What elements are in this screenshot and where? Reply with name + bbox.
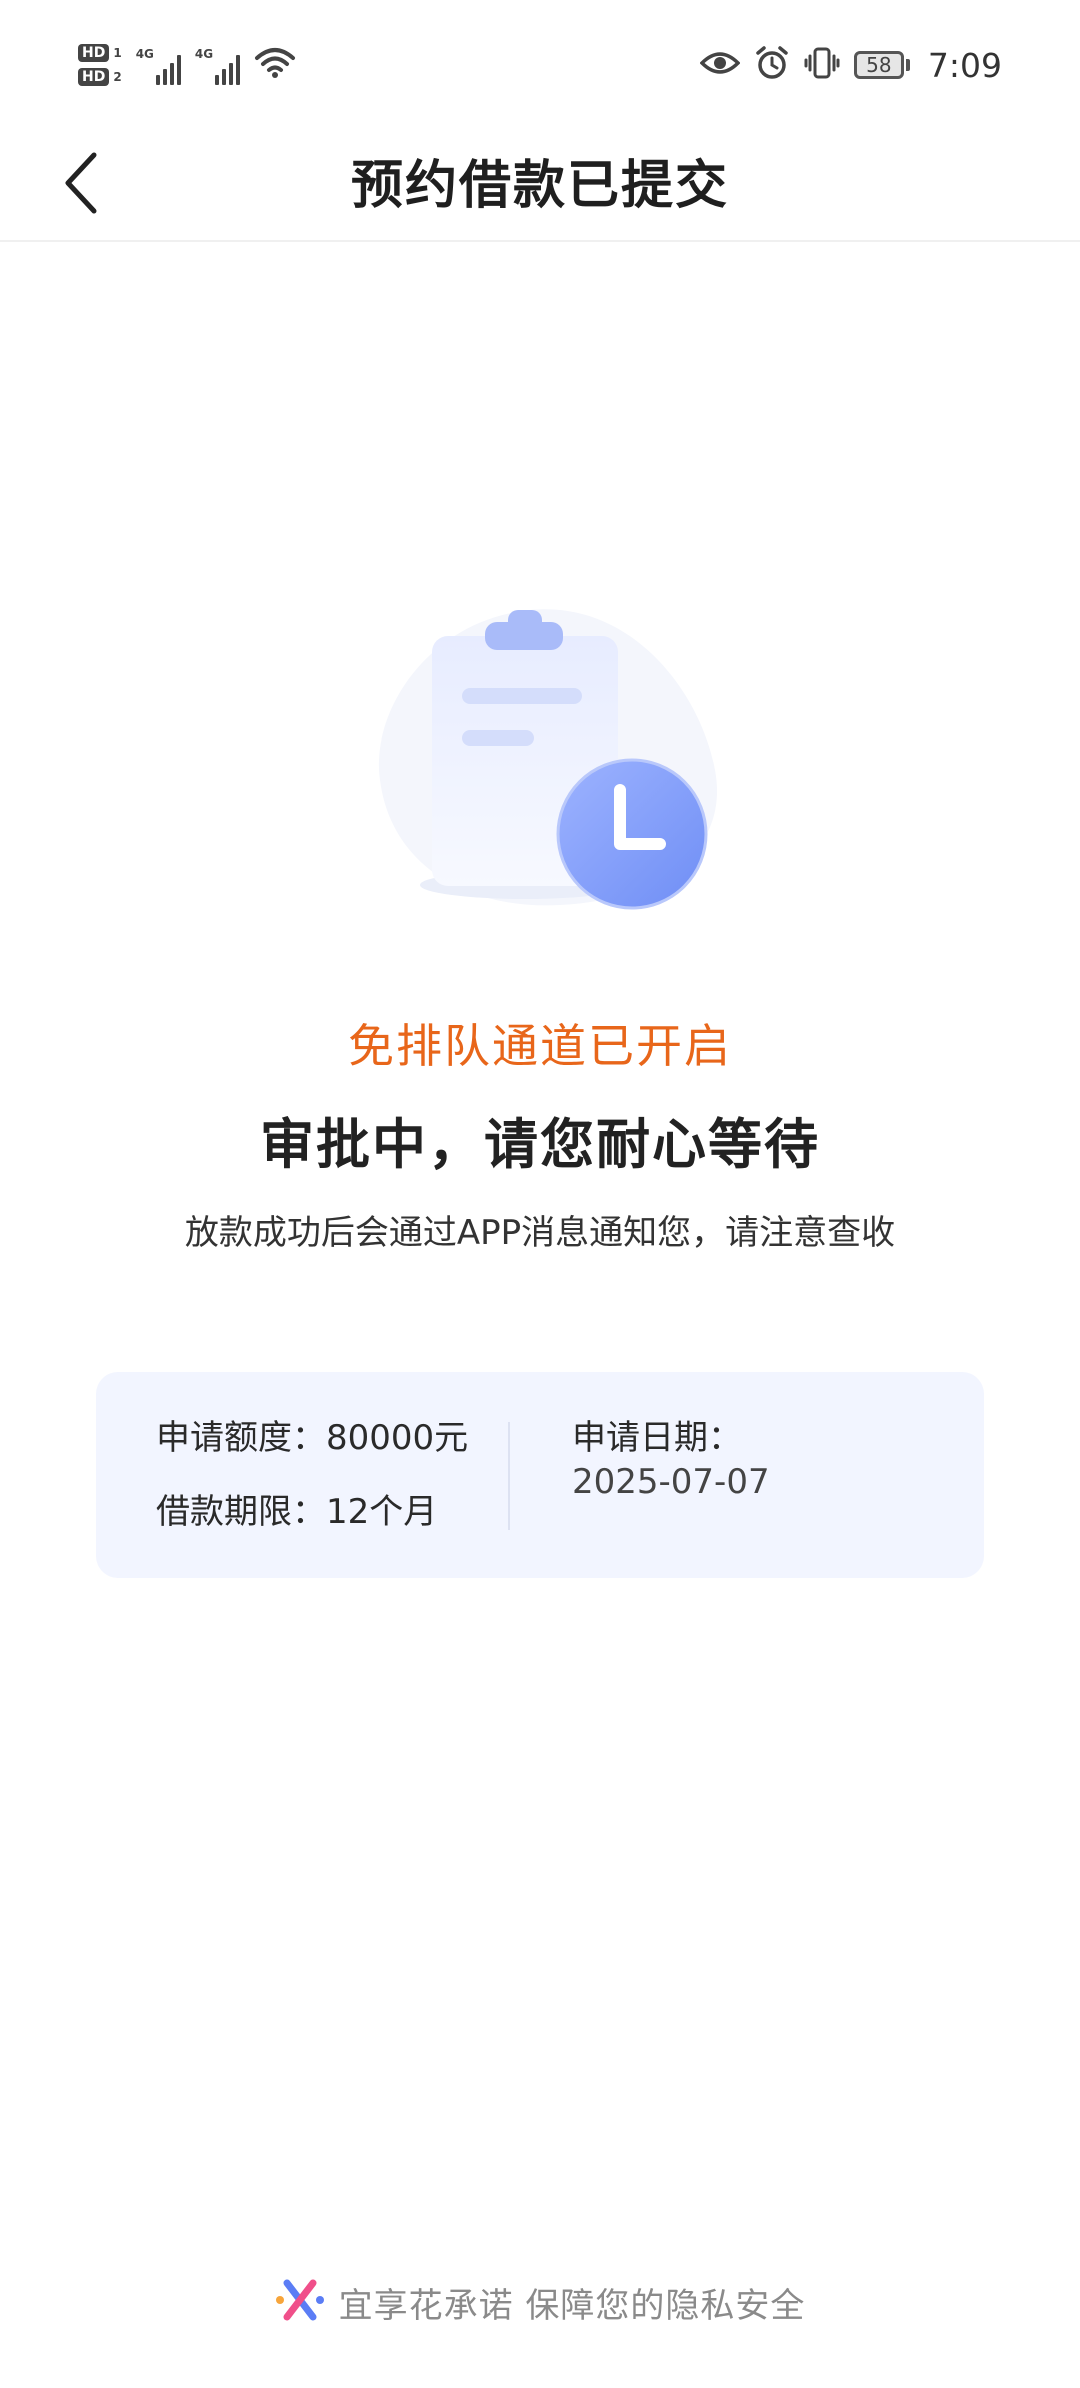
signal-sim2: 4G <box>194 45 241 85</box>
battery-level: 58 <box>853 51 904 79</box>
hd-badge-2: HD 2 <box>78 68 122 86</box>
term-value: 12个月 <box>326 1492 438 1532</box>
page-title: 预约借款已提交 <box>350 156 729 216</box>
hd-indicators: HD 1 HD 2 <box>78 44 122 86</box>
signal-icon <box>155 53 181 85</box>
privacy-footer: 宜享花承诺 保障您的隐私安全 <box>0 2272 1080 2332</box>
status-bar-right: 58 7:09 <box>699 34 1002 96</box>
term-label: 借款期限： <box>156 1492 326 1532</box>
network-type-label: 4G <box>194 47 214 61</box>
hd-sim-number: 2 <box>113 70 122 84</box>
loan-info-right: 申请日期： 2025-07-07 <box>572 1414 770 1502</box>
amount-row: 申请额度：80000元 <box>156 1414 468 1462</box>
brand-logo-icon <box>275 2275 325 2329</box>
vibrate-icon <box>804 46 840 84</box>
loan-info-card: 申请额度：80000元 借款期限：12个月 申请日期： 2025-07-07 <box>96 1372 984 1578</box>
term-row: 借款期限：12个月 <box>156 1488 468 1536</box>
hd-label: HD <box>78 68 110 86</box>
hd-badge-1: HD 1 <box>78 44 122 62</box>
hd-sim-number: 1 <box>113 46 122 60</box>
hd-label: HD <box>78 44 110 62</box>
pending-illustration <box>360 600 720 920</box>
notification-description: 放款成功后会通过APP消息通知您，请注意查收 <box>184 1213 896 1253</box>
privacy-statement: 宜享花承诺 保障您的隐私安全 <box>338 2285 806 2326</box>
date-value: 2025-07-07 <box>572 1462 770 1502</box>
card-divider <box>508 1422 510 1530</box>
battery-icon: 58 <box>853 51 910 79</box>
amount-label: 申请额度： <box>156 1418 326 1458</box>
amount-value: 80000元 <box>326 1418 469 1458</box>
status-time: 7:09 <box>927 45 1002 85</box>
eye-icon <box>699 48 741 82</box>
status-bar-left: HD 1 HD 2 4G 4G <box>78 34 296 96</box>
nav-bar: 预约借款已提交 <box>0 130 1080 242</box>
signal-icon <box>215 53 241 85</box>
date-label: 申请日期： <box>572 1418 742 1458</box>
alarm-icon <box>754 45 790 85</box>
approval-status-headline: 审批中，请您耐心等待 <box>260 1113 820 1176</box>
loan-info-left: 申请额度：80000元 借款期限：12个月 <box>156 1414 468 1562</box>
wifi-icon <box>254 46 296 84</box>
fast-track-notice: 免排队通道已开启 <box>348 1019 732 1073</box>
network-type-label: 4G <box>135 47 154 61</box>
status-bar: HD 1 HD 2 4G 4G 58 7:09 <box>0 0 1080 130</box>
signal-sim1: 4G <box>136 45 181 85</box>
